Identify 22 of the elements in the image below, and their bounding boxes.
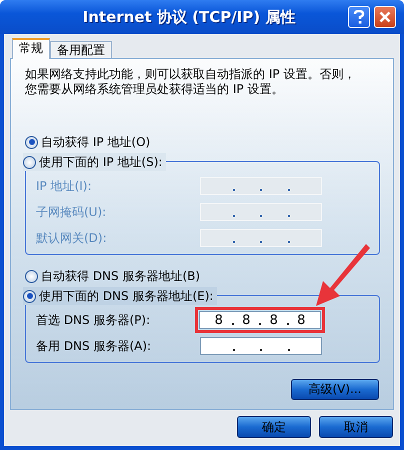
tab[interactable]: 备用配置 <box>50 41 112 58</box>
help-icon <box>353 10 365 24</box>
field-label: 子网掩码(U): <box>36 204 108 220</box>
ok-button[interactable]: 确定 <box>237 416 311 438</box>
radio-button[interactable]: 使用下面的 IP 地址(S): <box>23 153 166 171</box>
close-button[interactable] <box>374 6 396 28</box>
ip-address-field[interactable] <box>200 337 322 355</box>
field-label: IP 地址(I): <box>36 178 93 194</box>
radio-button[interactable]: 自动获得 DNS 服务器地址(B) <box>25 267 383 285</box>
cancel-button[interactable]: 取消 <box>319 416 393 438</box>
tab[interactable]: 常规 <box>12 38 50 59</box>
window-title: Internet 协议 (TCP/IP) 属性 <box>82 8 296 26</box>
radio-button[interactable]: 自动获得 IP 地址(O) <box>25 133 383 151</box>
field-label: 默认网关(D): <box>36 230 108 246</box>
help-button[interactable] <box>348 6 370 28</box>
ip-address-field[interactable]: 8 8 8 8 <box>199 311 321 329</box>
radio-button[interactable]: 使用下面的 DNS 服务器地址(E): <box>23 287 218 305</box>
field-label: 备用 DNS 服务器(A): <box>36 338 152 354</box>
description-text: 如果网络支持此功能，则可以获取自动指派的 IP 设置。否则，您需要从网络系统管理员处获得适当的 IP 设置。 <box>25 67 356 97</box>
field-label: 首选 DNS 服务器(P): <box>36 312 152 328</box>
close-icon <box>379 11 391 23</box>
advanced-button[interactable]: 高级(V)... <box>291 379 379 400</box>
